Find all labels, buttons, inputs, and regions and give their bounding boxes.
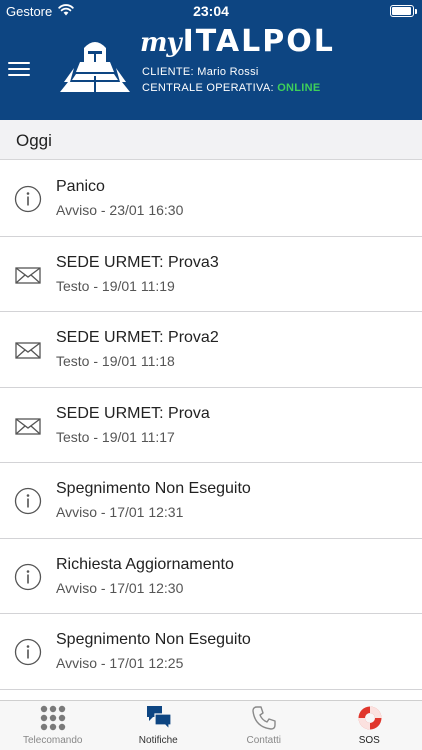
chat-bubbles-icon [146, 706, 172, 731]
notification-item[interactable]: SEDE URMET: Prova Testo - 19/01 11:17 [0, 388, 422, 463]
tab-label: Notifiche [138, 735, 178, 746]
tab-label: Telecomando [23, 735, 83, 746]
tab-label: SOS [358, 735, 380, 746]
notification-subtitle: Testo - 19/01 11:19 [56, 277, 175, 294]
notification-item[interactable]: Panico Avviso - 23/01 16:30 [0, 161, 422, 237]
notification-subtitle: Avviso - 23/01 16:30 [56, 202, 184, 218]
notification-title: Spegnimento Non Eseguito [56, 480, 251, 497]
notification-subtitle: Avviso - 17/01 12:25 [56, 655, 184, 671]
section-title: Oggi [16, 131, 52, 150]
notifications-list: Panico Avviso - 23/01 16:30 SEDE URMET: … [0, 161, 422, 690]
client-info: CLIENTE: Mario Rossi [142, 66, 259, 78]
notification-title: SEDE URMET: Prova [56, 404, 210, 422]
notification-title: Spegnimento Non Eseguito [56, 631, 251, 648]
notification-subtitle: Avviso - 17/01 12:31 [56, 504, 184, 520]
tab-telecomando[interactable]: Telecomando [0, 701, 106, 750]
phone-icon [252, 706, 276, 730]
notification-subtitle: Avviso - 17/01 12:30 [56, 579, 184, 596]
status-bar: Gestore 23:04 [0, 0, 422, 22]
tab-contatti[interactable]: Contatti [211, 701, 317, 750]
info-icon [14, 563, 42, 590]
info-icon [14, 185, 42, 213]
brand-name: ITALPOL [182, 24, 335, 59]
info-icon [14, 638, 42, 666]
section-header: Oggi [0, 120, 422, 160]
app-header: Gestore 23:04 myITALPOL CLIENTE: Mario R… [0, 0, 422, 120]
notification-item[interactable]: SEDE URMET: Prova2 Testo - 19/01 11:18 [0, 312, 422, 388]
envelope-icon [15, 417, 41, 435]
tab-bar: Telecomando Notifiche Contatti SOS [0, 700, 422, 750]
tab-notifiche[interactable]: Notifiche [106, 701, 212, 750]
client-label: CLIENTE: [142, 66, 194, 78]
central-info: CENTRALE OPERATIVA: ONLINE [142, 82, 321, 94]
info-icon [14, 487, 42, 515]
client-name: Mario Rossi [197, 66, 259, 78]
knight-logo-icon [60, 42, 130, 92]
notification-title: SEDE URMET: Prova3 [56, 253, 219, 271]
notification-title: Richiesta Aggiornamento [56, 555, 234, 573]
battery-icon [390, 5, 417, 17]
tab-label: Contatti [246, 735, 281, 746]
notification-title: SEDE URMET: Prova2 [56, 329, 219, 346]
notification-item[interactable]: SEDE URMET: Prova3 Testo - 19/01 11:19 [0, 237, 422, 312]
notification-subtitle: Testo - 19/01 11:17 [56, 428, 175, 445]
notification-item[interactable]: Spegnimento Non Eseguito Avviso - 17/01 … [0, 463, 422, 539]
keypad-icon [40, 705, 66, 731]
menu-button[interactable] [8, 58, 32, 78]
lifebuoy-icon [358, 706, 381, 730]
notification-title: Panico [56, 178, 105, 195]
brand-title: myITALPOL [140, 24, 335, 64]
notification-subtitle: Testo - 19/01 11:18 [56, 353, 175, 369]
envelope-icon [15, 266, 41, 284]
brand-prefix: my [140, 28, 182, 58]
central-label: CENTRALE OPERATIVA: [142, 82, 274, 94]
clock: 23:04 [193, 3, 229, 19]
envelope-icon [15, 342, 41, 359]
notification-item[interactable]: Richiesta Aggiornamento Avviso - 17/01 1… [0, 539, 422, 614]
tab-sos[interactable]: SOS [317, 701, 422, 750]
central-status: ONLINE [277, 82, 321, 94]
notification-item[interactable]: Spegnimento Non Eseguito Avviso - 17/01 … [0, 614, 422, 690]
